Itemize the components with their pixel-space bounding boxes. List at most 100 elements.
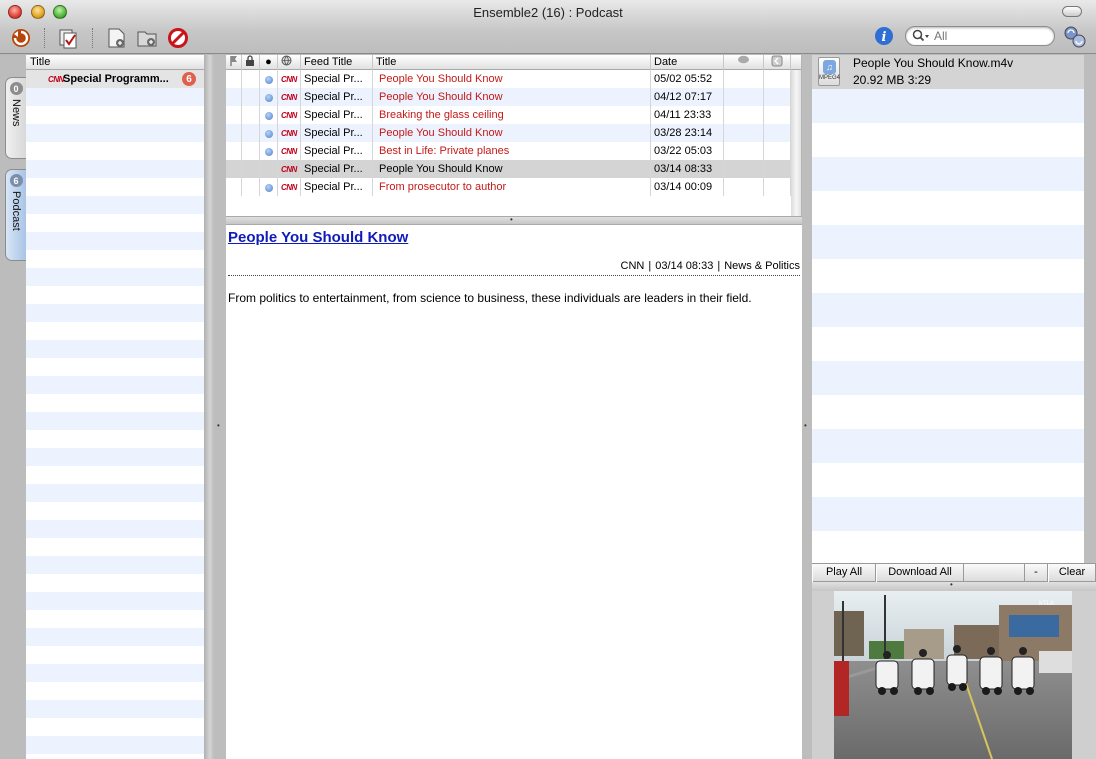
new-feed-button[interactable]	[104, 26, 128, 50]
enclosure-icon	[771, 55, 783, 67]
play-all-button[interactable]: Play All	[812, 564, 876, 582]
feed-item-special-programming[interactable]: CNN Special Programm... 6	[26, 70, 204, 88]
enclosure-cell	[764, 178, 791, 196]
cnn-logo-icon: CNN	[281, 147, 297, 156]
item-row[interactable]: CNN Special Pr... People You Should Know…	[226, 70, 791, 88]
enclosure-cell	[764, 160, 791, 178]
window-title: Ensemble2 (16) : Podcast	[473, 5, 623, 20]
feed-title-column-header[interactable]: Feed Title	[301, 55, 373, 70]
new-folder-button[interactable]	[135, 26, 159, 50]
feed-sidebar: Title CNN Special Programm... 6	[26, 55, 204, 759]
sync-button[interactable]	[1062, 24, 1088, 53]
sync-icon	[1064, 26, 1086, 48]
item-row[interactable]: CNN Special Pr... Best in Life: Private …	[226, 142, 791, 160]
unread-cell[interactable]	[260, 88, 278, 106]
video-preview[interactable]: KTLA	[834, 591, 1072, 759]
globe-icon	[281, 55, 292, 66]
article-source: CNN	[620, 260, 645, 272]
list-article-splitter[interactable]: •	[226, 215, 802, 225]
search-input[interactable]	[932, 28, 1050, 44]
item-title-cell: People You Should Know	[373, 70, 651, 88]
toolbar-separator	[44, 28, 45, 48]
feed-title-cell: Special Pr...	[301, 106, 373, 124]
enclosure-column-header[interactable]	[764, 55, 791, 70]
enclosure-cell	[764, 124, 791, 142]
unread-cell[interactable]	[260, 160, 278, 178]
lock-cell	[242, 142, 260, 160]
flag-column-header[interactable]	[226, 55, 242, 70]
search-box[interactable]	[905, 26, 1055, 46]
flag-cell[interactable]	[226, 124, 242, 142]
feed-title-cell: Special Pr...	[301, 142, 373, 160]
item-row[interactable]: CNN Special Pr... Breaking the glass cei…	[226, 106, 791, 124]
unread-cell[interactable]	[260, 106, 278, 124]
clear-button[interactable]: Clear	[1048, 564, 1096, 582]
cnn-logo-icon: CNN	[281, 111, 297, 120]
flag-cell[interactable]	[226, 70, 242, 88]
tab-news-label: News	[10, 99, 22, 127]
unread-dot-icon	[265, 148, 273, 156]
toolbar-separator	[92, 28, 93, 48]
unread-cell[interactable]	[260, 178, 278, 196]
meta-separator: |	[648, 260, 652, 272]
flag-cell[interactable]	[226, 106, 242, 124]
lock-column-header[interactable]	[242, 55, 260, 70]
lock-cell	[242, 124, 260, 142]
toolbar-toggle-button[interactable]	[1062, 6, 1082, 17]
file-type-label: MPEG4	[819, 75, 841, 81]
list-splitter[interactable]: •	[214, 55, 226, 759]
enclosure-item[interactable]: ♫ MPEG4 People You Should Know.m4v 20.92…	[812, 55, 1084, 89]
item-row[interactable]: CNN Special Pr... People You Should Know…	[226, 88, 791, 106]
item-title-cell: Best in Life: Private planes	[373, 142, 651, 160]
flag-cell[interactable]	[226, 142, 242, 160]
feed-title-column-header[interactable]: Title	[26, 55, 204, 70]
item-row-selected[interactable]: CNN Special Pr... People You Should Know…	[226, 160, 791, 178]
date-column-header[interactable]: Date	[651, 55, 724, 70]
flag-cell[interactable]	[226, 160, 242, 178]
feed-title-cell: Special Pr...	[301, 124, 373, 142]
item-title-cell: People You Should Know	[373, 124, 651, 142]
date-cell: 03/14 00:09	[651, 178, 724, 196]
cnn-logo-icon: CNN	[281, 165, 297, 174]
tab-news[interactable]: 0 News	[5, 77, 26, 159]
flag-cell[interactable]	[226, 88, 242, 106]
item-row[interactable]: CNN Special Pr... People You Should Know…	[226, 124, 791, 142]
info-button[interactable]: i	[874, 26, 894, 49]
title-column-header[interactable]: Title	[373, 55, 651, 70]
enclosure-splitter[interactable]: •	[802, 55, 812, 759]
video-frame-image	[834, 591, 1072, 759]
flag-icon	[230, 56, 237, 66]
comments-cell	[724, 124, 764, 142]
column-picker-header[interactable]	[791, 55, 801, 70]
unread-cell[interactable]	[260, 124, 278, 142]
lock-cell	[242, 88, 260, 106]
preview-splitter[interactable]: •	[812, 580, 1096, 591]
splitter-handle-icon: •	[950, 580, 953, 589]
item-row[interactable]: CNN Special Pr... From prosecutor to aut…	[226, 178, 791, 196]
enclosure-empty-rows	[812, 89, 1084, 563]
source-column-header[interactable]	[278, 55, 301, 70]
lock-cell	[242, 70, 260, 88]
tab-podcast[interactable]: 6 Podcast	[5, 169, 26, 261]
item-title-cell: People You Should Know	[373, 160, 651, 178]
unread-count-badge: 6	[182, 72, 196, 86]
feed-list: CNN Special Programm... 6	[26, 70, 204, 759]
unread-cell[interactable]	[260, 70, 278, 88]
video-preview-frame: KTLA	[812, 591, 1096, 759]
source-cell: CNN	[278, 88, 301, 106]
item-title-cell: From prosecutor to author	[373, 178, 651, 196]
article-title-link[interactable]: People You Should Know	[228, 229, 800, 246]
enclosure-list: ♫ MPEG4 People You Should Know.m4v 20.92…	[812, 55, 1084, 563]
item-list-scrollbar[interactable]	[791, 70, 801, 216]
refresh-button[interactable]	[9, 26, 33, 50]
comments-cell	[724, 70, 764, 88]
unread-cell[interactable]	[260, 142, 278, 160]
flag-cell[interactable]	[226, 178, 242, 196]
comments-column-header[interactable]	[724, 55, 764, 70]
remove-button[interactable]: -	[1024, 564, 1048, 582]
unread-column-header[interactable]: ●	[260, 55, 278, 70]
splitter-handle-icon: •	[510, 215, 513, 224]
splitter-handle-icon: •	[217, 421, 220, 430]
delete-button[interactable]	[166, 26, 190, 50]
mark-read-button[interactable]	[56, 26, 80, 50]
